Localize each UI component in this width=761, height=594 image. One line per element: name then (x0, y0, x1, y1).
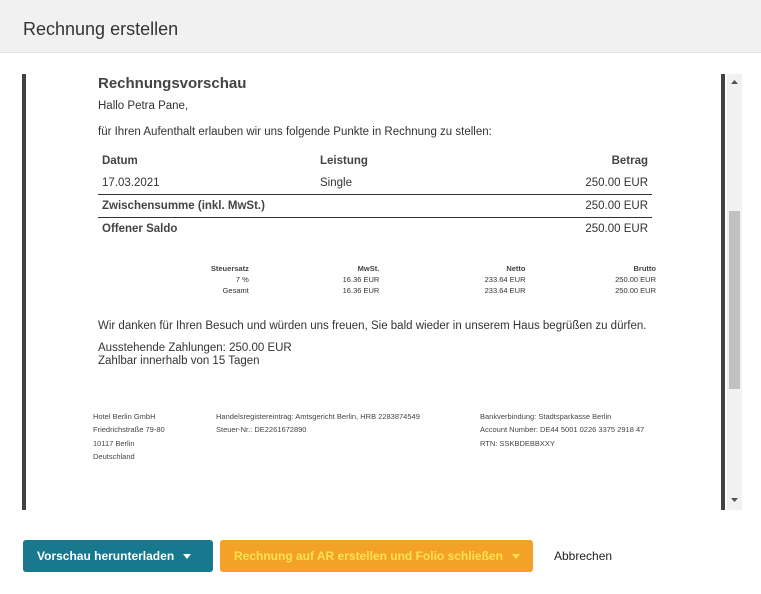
invoice-preview-viewport[interactable]: Rechnungsvorschau Hallo Petra Pane, für … (22, 74, 725, 510)
invoice-heading: Rechnungsvorschau (98, 75, 247, 92)
footer-line: Bankverbindung: Stadtsparkasse Berlin (480, 412, 612, 421)
table-row: Gesamt 16.36 EUR 233.64 EUR 250.00 EUR (134, 285, 656, 296)
tax-header-rate: Steuersatz (210, 264, 249, 273)
tax-vat: 16.36 EUR (342, 275, 380, 284)
outstanding-amount: Ausstehende Zahlungen: 250.00 EUR (98, 342, 292, 354)
column-header-date: Datum (102, 155, 138, 167)
outstanding-block: Ausstehende Zahlungen: 250.00 EUR Zahlba… (98, 342, 292, 368)
payment-terms: Zahlbar innerhalb von 15 Tagen (98, 355, 260, 367)
tax-header-row: Steuersatz MwSt. Netto Brutto (134, 263, 656, 274)
balance-row: Offener Saldo 250.00 EUR (98, 217, 652, 240)
item-date: 17.03.2021 (102, 177, 160, 189)
tax-header-vat: MwSt. (357, 264, 380, 273)
scrollbar-thumb[interactable] (729, 211, 740, 389)
tax-rate: Gesamt (222, 286, 249, 295)
balance-label: Offener Saldo (98, 217, 465, 240)
footer-line: 10117 Berlin (93, 438, 135, 448)
tax-net: 233.64 EUR (484, 286, 526, 295)
caret-down-icon (183, 553, 192, 559)
caret-down-icon (511, 553, 520, 559)
tax-header-net: Netto (506, 264, 526, 273)
cancel-button[interactable]: Abbrechen (554, 549, 612, 563)
footer-line: RTN: SSKBDEBBXXY (480, 438, 555, 448)
tax-header-gross: Brutto (633, 264, 657, 273)
create-invoice-button[interactable]: Rechnung auf AR erstellen und Folio schl… (220, 540, 533, 572)
dialog-header: Rechnung erstellen (0, 0, 761, 53)
thanks-text: Wir danken für Ihren Besuch und würden u… (98, 320, 647, 332)
footer-line: Deutschland (93, 451, 135, 461)
download-preview-label: Vorschau herunterladen (37, 549, 175, 563)
column-header-amount: Betrag (611, 155, 648, 167)
tax-rate: 7 % (235, 275, 249, 284)
subtotal-label: Zwischensumme (inkl. MwSt.) (98, 194, 465, 218)
dialog-title: Rechnung erstellen (23, 19, 179, 39)
tax-net: 233.64 EUR (484, 275, 526, 284)
footer-line: Steuer-Nr.: DE2261672890 (216, 425, 307, 435)
footer-line: Hotel Berlin GmbH (93, 412, 156, 421)
column-header-service: Leistung (320, 155, 368, 167)
invoice-intro: für Ihren Aufenthalt erlauben wir uns fo… (98, 126, 492, 138)
footer-line: Account Number: DE44 5001 0226 3375 2918… (480, 425, 645, 435)
table-header-row: Datum Leistung Betrag (98, 150, 652, 172)
footer-registry: Handelsregistereintrag: Amtsgericht Berl… (216, 410, 420, 437)
tax-vat: 16.36 EUR (342, 286, 380, 295)
invoice-items-table: Datum Leistung Betrag 17.03.2021 Single … (98, 150, 652, 240)
tax-gross: 250.00 EUR (615, 286, 656, 295)
arrow-down-icon[interactable] (727, 494, 742, 506)
preview-scrollbar[interactable] (727, 74, 742, 510)
footer-address: Hotel Berlin GmbH Friedrichstraße 79-80 … (93, 410, 165, 463)
subtotal-row: Zwischensumme (inkl. MwSt.) 250.00 EUR (98, 194, 652, 218)
item-amount: 250.00 EUR (585, 177, 648, 189)
create-invoice-label: Rechnung auf AR erstellen und Folio schl… (234, 549, 503, 563)
footer-line: Friedrichstraße 79-80 (93, 425, 165, 435)
subtotal-value: 250.00 EUR (464, 194, 652, 218)
footer-bank: Bankverbindung: Stadtsparkasse Berlin Ac… (480, 410, 644, 450)
download-preview-button[interactable]: Vorschau herunterladen (23, 540, 213, 572)
table-row: 7 % 16.36 EUR 233.64 EUR 250.00 EUR (134, 274, 656, 285)
footer-line: Handelsregistereintrag: Amtsgericht Berl… (216, 412, 420, 421)
item-service: Single (320, 177, 352, 189)
invoice-greeting: Hallo Petra Pane, (98, 100, 189, 112)
tax-summary-table: Steuersatz MwSt. Netto Brutto 7 % 16.36 … (134, 263, 656, 296)
balance-value: 250.00 EUR (464, 217, 652, 240)
tax-gross: 250.00 EUR (615, 275, 656, 284)
arrow-up-icon[interactable] (727, 76, 742, 88)
table-row: 17.03.2021 Single 250.00 EUR (98, 172, 652, 195)
